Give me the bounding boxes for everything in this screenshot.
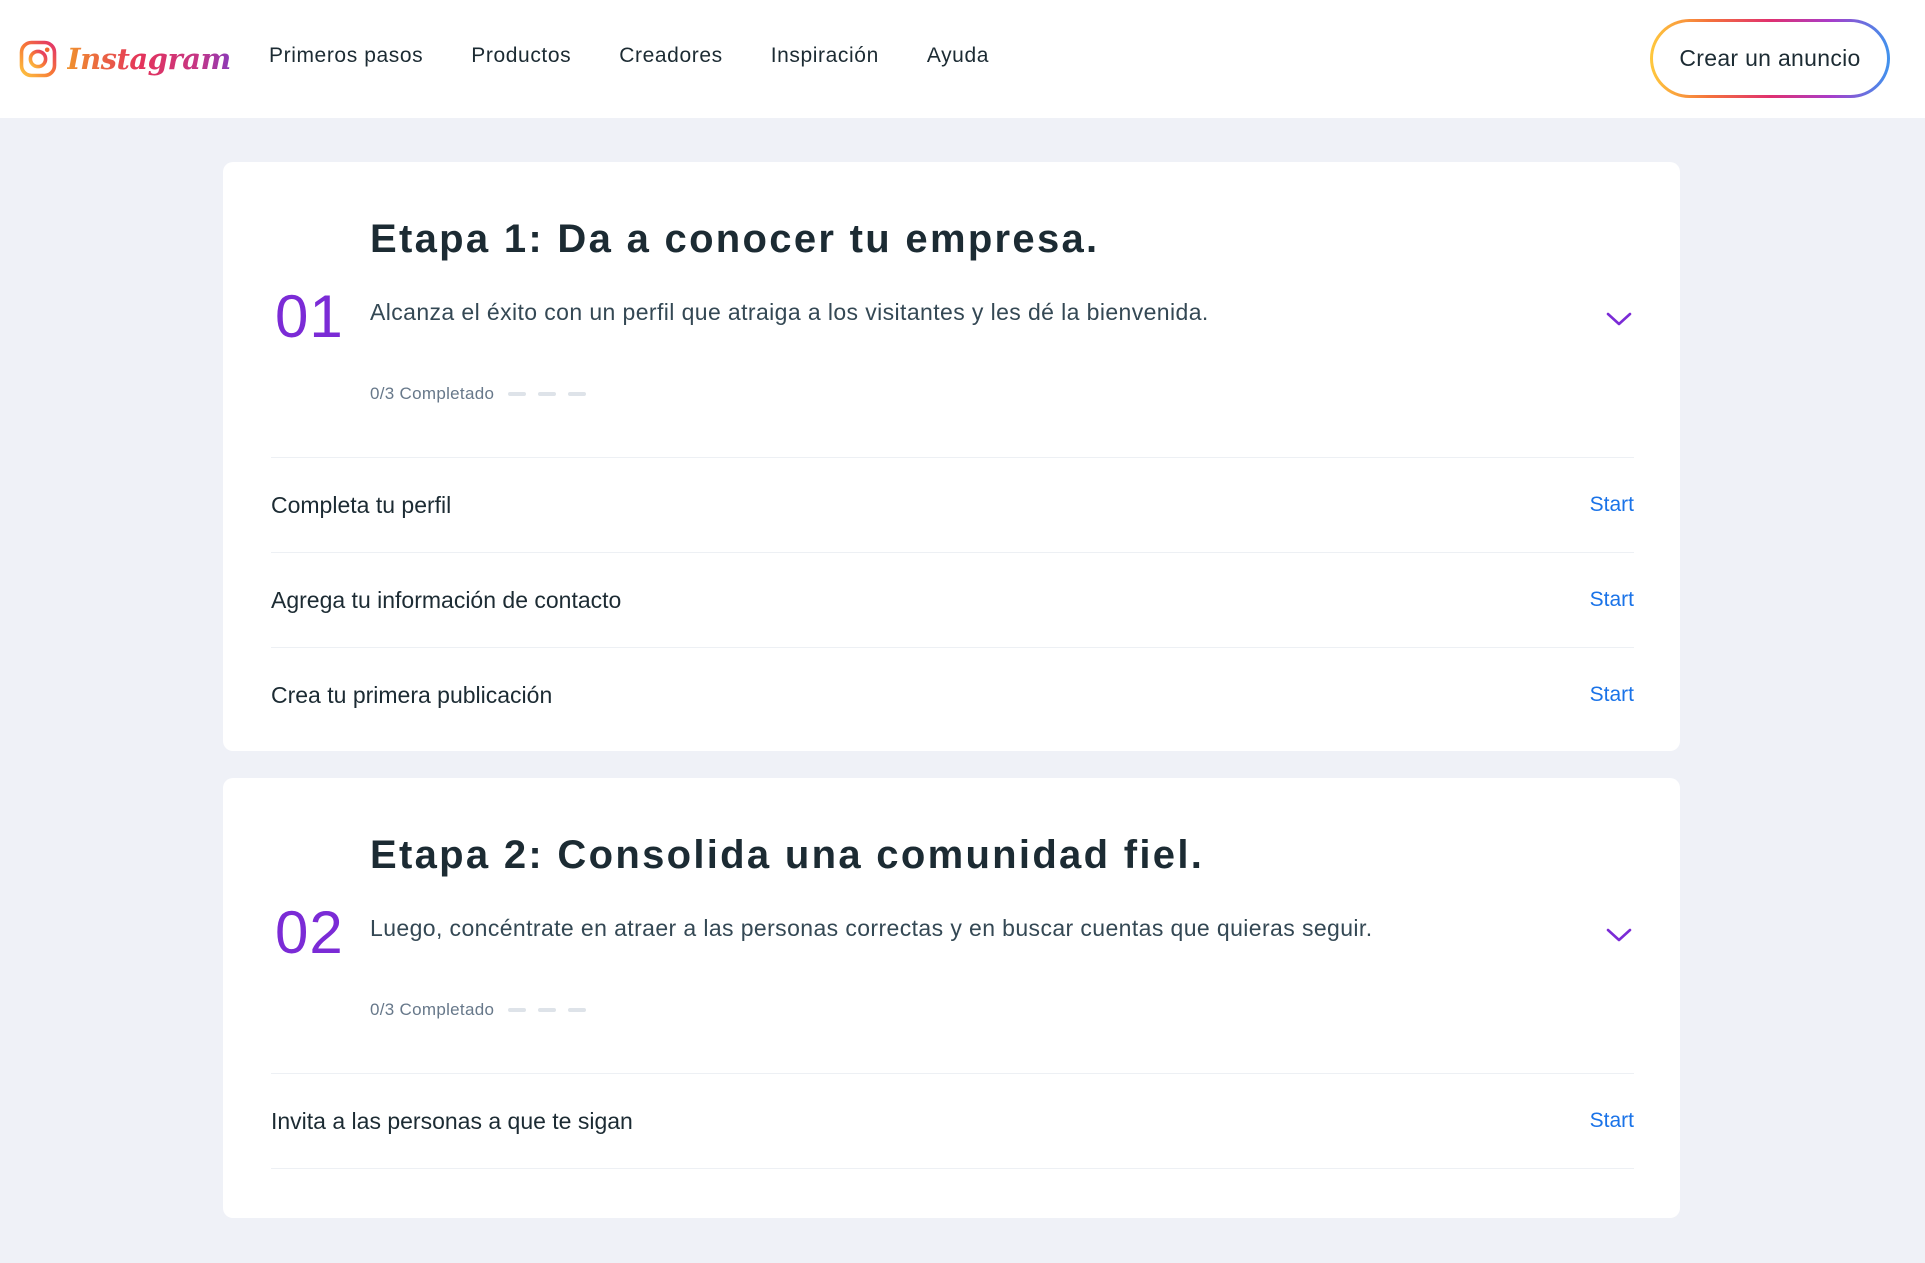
task-label: Crea tu primera publicación [271,681,553,708]
start-link[interactable]: Start [1590,683,1634,707]
progress-segment [568,1008,587,1012]
nav-item-creadores[interactable]: Creadores [619,44,722,68]
progress-segment [568,392,587,396]
nav-item-inspiracion[interactable]: Inspiración [771,44,879,68]
task-row: Invita a las personas a que te sigan Sta… [271,1073,1634,1168]
stage-number: 02 [275,899,344,966]
instagram-logo-icon [19,40,57,78]
stage-description: Luego, concéntrate en atraer a las perso… [370,915,1373,941]
nav-item-ayuda[interactable]: Ayuda [927,44,989,68]
stage-title: Etapa 2: Consolida una comunidad fiel. [370,833,1205,877]
progress-indicator: 0/3 Completado [370,384,598,404]
task-row: Completa tu perfil Start [271,457,1634,552]
chevron-down-icon[interactable] [1603,308,1635,330]
start-link[interactable]: Start [1590,1109,1634,1133]
brand-wordmark: Instagram [67,42,231,76]
stage-card-1: 01 Etapa 1: Da a conocer tu empresa. Alc… [223,162,1680,751]
chevron-down-icon[interactable] [1603,924,1635,946]
stage-card-2: 02 Etapa 2: Consolida una comunidad fiel… [223,778,1680,1218]
task-label: Invita a las personas a que te sigan [271,1107,633,1134]
task-row: Crea tu primera publicación Start [271,647,1634,742]
nav-item-primeros-pasos[interactable]: Primeros pasos [269,44,423,68]
stage-number: 01 [275,283,344,350]
top-navigation-bar: Instagram Primeros pasos Productos Cread… [0,0,1925,118]
progress-segment [538,1008,557,1012]
main-nav: Primeros pasos Productos Creadores Inspi… [269,44,1037,68]
task-label: Completa tu perfil [271,491,452,518]
stage-description: Alcanza el éxito con un perfil que atrai… [370,299,1209,325]
task-list: Invita a las personas a que te sigan Sta… [271,1073,1634,1263]
task-label: Agrega tu información de contacto [271,586,622,613]
task-list: Completa tu perfil Start Agrega tu infor… [271,457,1634,742]
create-ad-button[interactable]: Crear un anuncio [1650,19,1890,98]
create-ad-button-label: Crear un anuncio [1653,22,1887,95]
progress-indicator: 0/3 Completado [370,1000,598,1020]
nav-item-productos[interactable]: Productos [471,44,571,68]
task-row: Agrega tu información de contacto Start [271,552,1634,647]
start-link[interactable]: Start [1590,588,1634,612]
stage-title: Etapa 1: Da a conocer tu empresa. [370,217,1100,261]
progress-text: 0/3 Completado [370,384,495,403]
start-link[interactable]: Start [1590,493,1634,517]
progress-segment [538,392,557,396]
task-row [271,1168,1634,1263]
instagram-logo[interactable]: Instagram [19,38,231,80]
progress-segment [508,1008,527,1012]
progress-segment [508,392,527,396]
progress-text: 0/3 Completado [370,1000,495,1019]
